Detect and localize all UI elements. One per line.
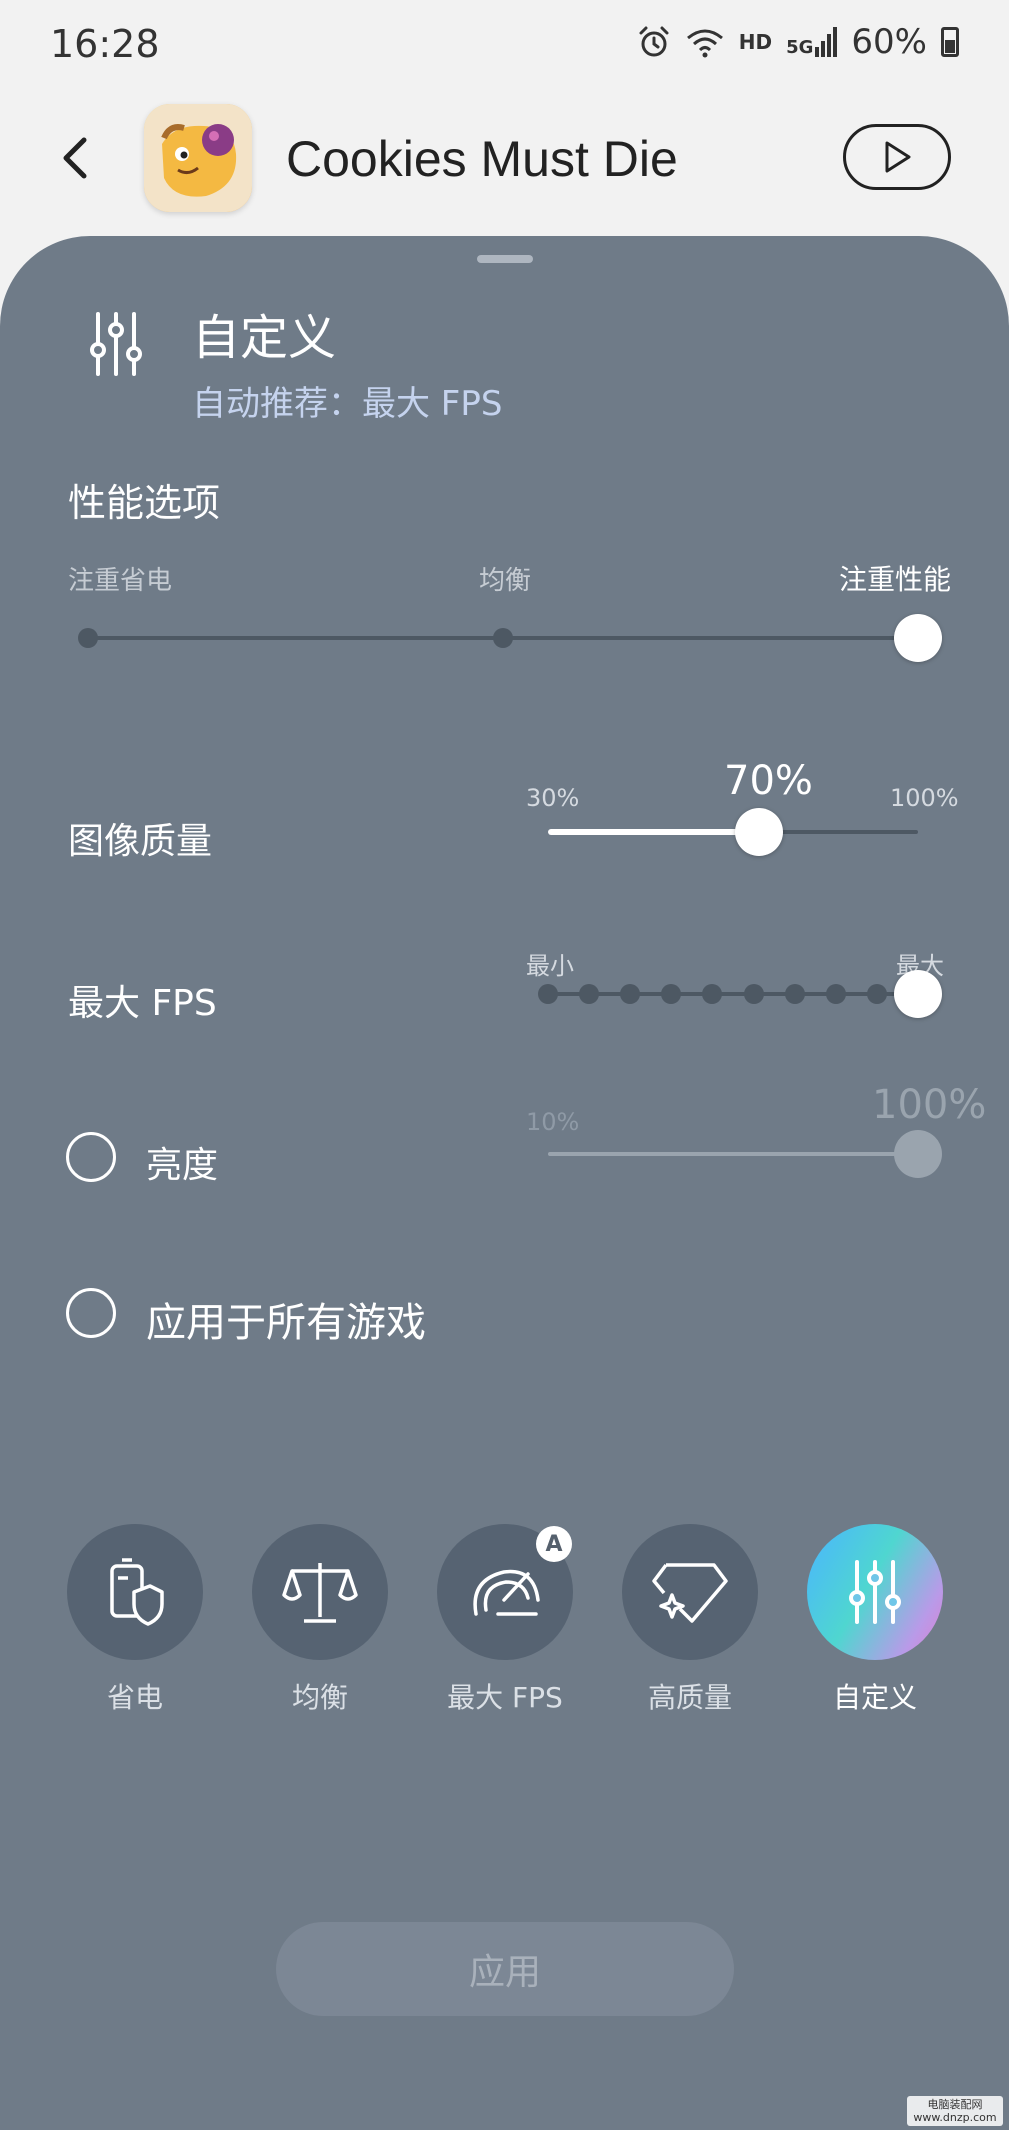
image-quality-max: 100% (890, 784, 959, 812)
battery-percent: 60% (851, 22, 927, 62)
brightness-radio[interactable] (66, 1132, 116, 1182)
mode-power-saving-button[interactable] (67, 1524, 203, 1660)
max-fps-min-label: 最小 (526, 952, 574, 980)
sliders-icon (849, 1560, 901, 1624)
wifi-icon (686, 29, 723, 58)
max-fps-step-dot[interactable] (784, 984, 805, 1004)
image-quality-label: 图像质量 (68, 821, 213, 862)
watermark-line2: www.dnzp.com (913, 2111, 997, 2124)
max-fps-step-dot[interactable] (825, 984, 846, 1004)
app-title: Cookies Must Die (286, 131, 678, 187)
sheet-drag-handle[interactable] (477, 255, 533, 263)
max-fps-step-dot[interactable] (538, 984, 558, 1004)
chevron-left-icon (63, 137, 87, 179)
performance-step-dot[interactable] (493, 628, 513, 648)
play-icon (885, 141, 911, 173)
brightness-value: 100% (872, 1082, 987, 1128)
brightness-label: 亮度 (146, 1145, 219, 1186)
mode-high-quality-label: 高质量 (647, 1681, 732, 1714)
performance-slider-knob[interactable] (894, 614, 942, 662)
mode-max-fps-label: 最大 FPS (447, 1681, 563, 1714)
mode-title: 自定义 (192, 310, 337, 366)
signal-5g-label: 5G (786, 37, 814, 58)
battery-shield-icon (110, 1558, 164, 1626)
mode-balanced-button[interactable] (252, 1524, 388, 1660)
image-quality-value: 70% (724, 758, 813, 804)
mode-high-quality-button[interactable] (622, 1524, 758, 1660)
status-time: 16:28 (50, 22, 160, 66)
speedometer-icon (473, 1569, 540, 1616)
brightness-track-disabled (548, 1152, 918, 1156)
apply-all-games-label: 应用于所有游戏 (146, 1300, 426, 1346)
perf-option-power-saving[interactable]: 注重省电 (68, 560, 172, 597)
auto-recommend-badge: A (536, 1526, 572, 1562)
perf-option-performance[interactable]: 注重性能 (839, 558, 951, 598)
mode-custom-button[interactable] (807, 1524, 943, 1660)
max-fps-step-dot[interactable] (866, 984, 887, 1004)
performance-section-title: 性能选项 (68, 481, 221, 525)
battery-icon (941, 27, 959, 57)
network-hd-label: HD (738, 30, 773, 54)
sliders-icon (88, 310, 144, 378)
play-button[interactable] (843, 124, 951, 190)
status-icons: HD 5G 60% (637, 22, 959, 62)
watermark: 电脑装配网 www.dnzp.com (907, 2096, 1003, 2126)
image-quality-knob[interactable] (734, 808, 783, 856)
back-button[interactable] (52, 120, 112, 200)
app-icon (144, 104, 252, 212)
balance-scale-icon (282, 1563, 358, 1623)
max-fps-knob[interactable] (894, 970, 942, 1018)
perf-option-balanced[interactable]: 均衡 (479, 560, 531, 597)
signal-indicator: 5G (786, 27, 838, 58)
apply-button[interactable]: 应用 (276, 1922, 734, 2016)
brightness-min: 10% (526, 1108, 580, 1136)
signal-bars-icon (815, 27, 838, 57)
max-fps-step-dot[interactable] (579, 984, 600, 1004)
alarm-icon (639, 26, 669, 57)
cookie-character-icon (144, 104, 252, 212)
max-fps-label: 最大 FPS (68, 983, 217, 1024)
diamond-sparkle-icon (652, 1563, 728, 1623)
mode-balanced-label: 均衡 (291, 1681, 348, 1714)
brightness-knob-disabled (894, 1130, 942, 1178)
mode-recommendation: 自动推荐：最大 FPS (192, 384, 503, 424)
image-quality-fill (548, 829, 759, 835)
watermark-line1: 电脑装配网 (927, 2098, 983, 2111)
image-quality-min: 30% (526, 784, 580, 812)
max-fps-step-dot[interactable] (743, 984, 764, 1004)
max-fps-track[interactable] (548, 992, 918, 996)
performance-step-dot[interactable] (78, 628, 98, 648)
apply-all-games-radio[interactable] (66, 1288, 116, 1338)
mode-custom-label: 自定义 (832, 1681, 917, 1714)
mode-power-saving-label: 省电 (106, 1681, 163, 1714)
